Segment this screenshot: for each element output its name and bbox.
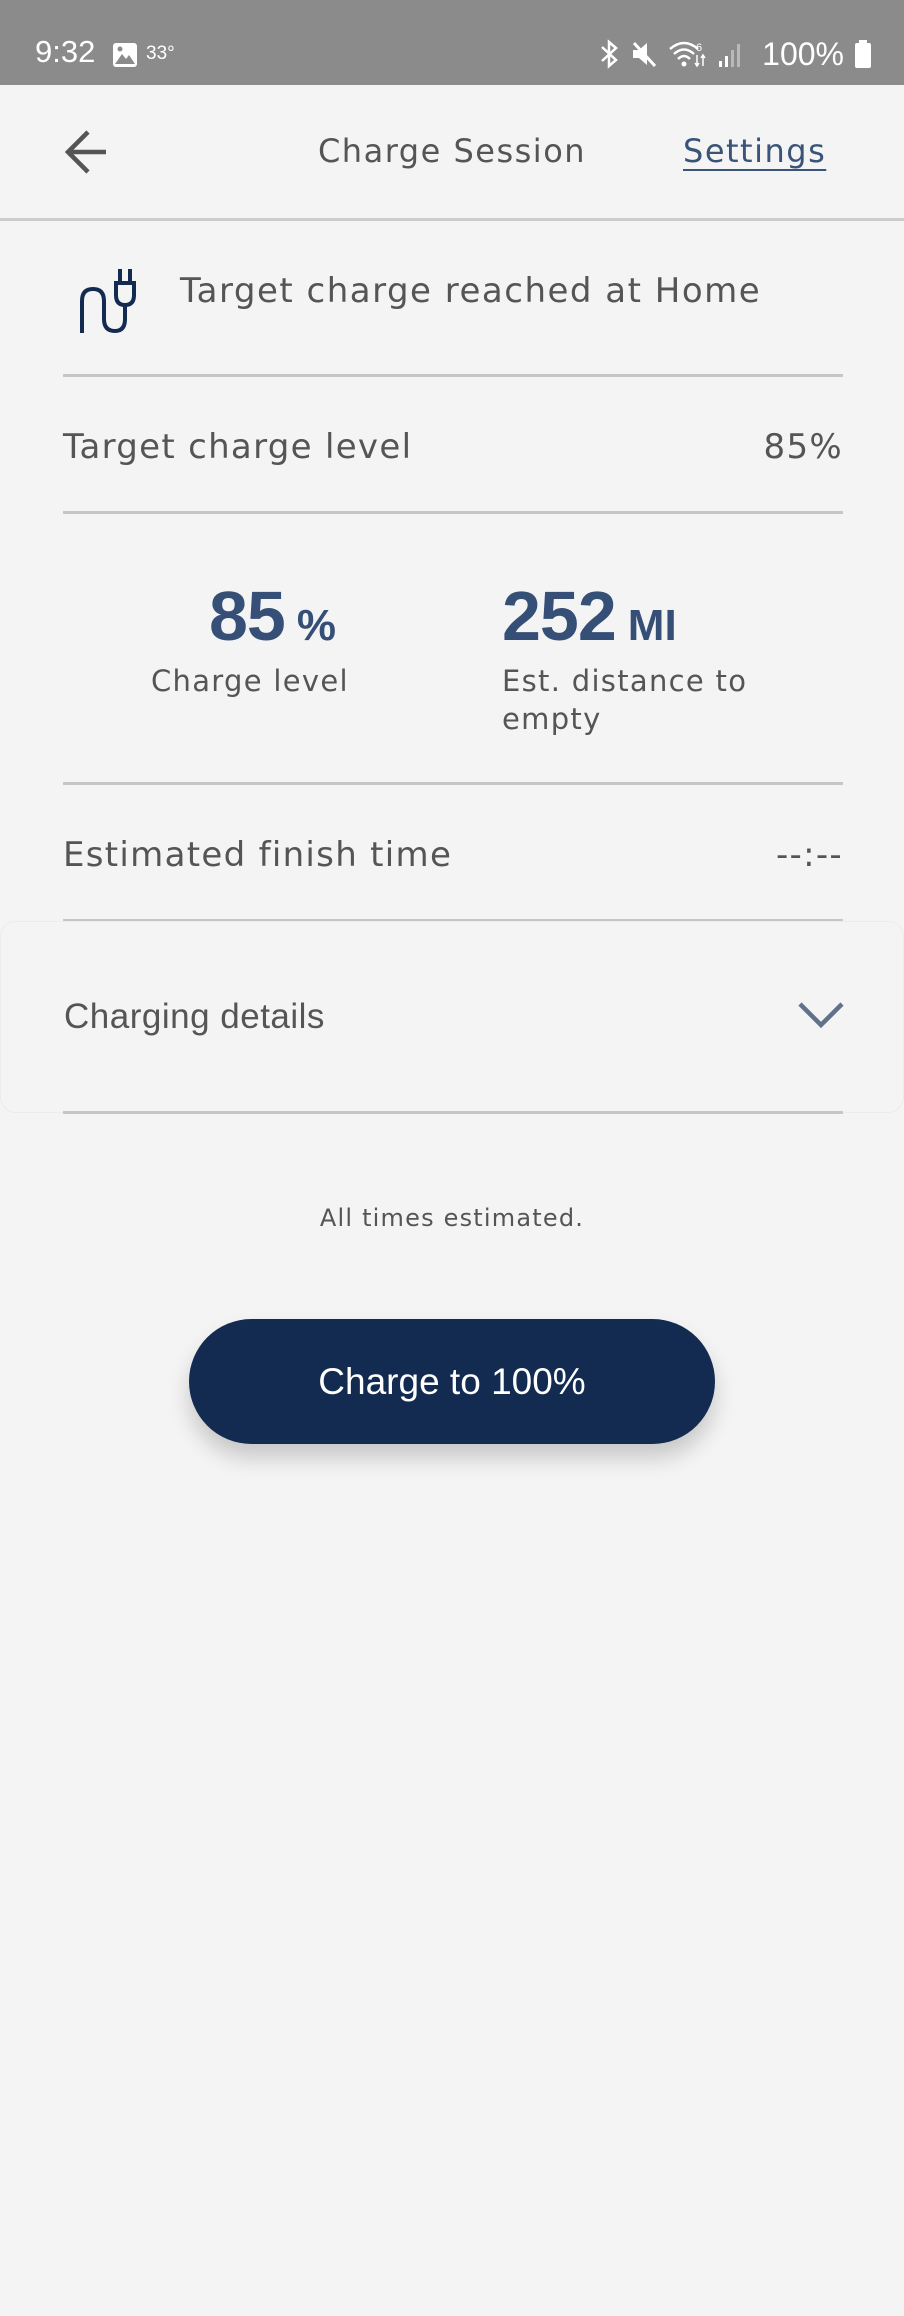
charging-details-label: Charging details [64, 997, 325, 1036]
status-battery-percent: 100% [762, 35, 844, 72]
target-charge-label: Target charge level [63, 427, 413, 467]
plug-icon [80, 269, 136, 334]
divider [63, 1111, 843, 1114]
wifi-icon: 6 [669, 41, 706, 68]
charge-level-stat: 85 % Charge level [151, 576, 411, 700]
divider [63, 782, 843, 785]
charging-details-accordion[interactable]: Charging details [0, 921, 904, 1113]
mute-icon [633, 41, 657, 68]
charge-status-text: Target charge reached at Home [180, 271, 762, 311]
finish-time-row: Estimated finish time --:-- [63, 828, 843, 882]
status-temperature: 33° [146, 43, 175, 64]
charge-to-100-button[interactable]: Charge to 100% [189, 1319, 715, 1444]
distance-value: 252 MI [502, 576, 792, 656]
battery-icon [855, 40, 871, 68]
charge-stats: 85 % Charge level 252 MI Est. distance t… [0, 514, 904, 782]
charge-level-number: 85 [209, 577, 286, 655]
divider [63, 374, 843, 377]
target-charge-value: 85% [763, 427, 843, 467]
charge-level-label: Charge level [151, 664, 349, 698]
target-charge-row[interactable]: Target charge level 85% [63, 420, 843, 474]
status-icons: 6 100% [598, 34, 872, 74]
distance-label: Est. distance to empty [502, 664, 748, 736]
image-icon [113, 43, 137, 67]
charge-level-unit: % [296, 601, 336, 650]
bluetooth-icon [601, 39, 619, 69]
settings-link[interactable]: Settings [683, 132, 826, 170]
finish-time-label: Estimated finish time [63, 835, 453, 875]
status-bar: 9:32 33° 6 100% [0, 0, 904, 85]
svg-text:6: 6 [696, 42, 702, 54]
app-header: Charge Session Settings [0, 85, 904, 220]
distance-number: 252 [502, 577, 617, 655]
estimate-footnote: All times estimated. [319, 1204, 585, 1232]
chevron-down-icon[interactable] [793, 994, 849, 1034]
finish-time-value: --:-- [775, 835, 843, 875]
status-time: 9:32 [35, 34, 96, 69]
signal-icon [719, 44, 741, 67]
charge-status-row: Target charge reached at Home [0, 221, 904, 374]
charge-level-value: 85 % [209, 576, 411, 656]
distance-unit: MI [627, 601, 677, 650]
page-title-text: Charge Session [317, 132, 587, 170]
distance-stat: 252 MI Est. distance to empty [502, 576, 792, 738]
